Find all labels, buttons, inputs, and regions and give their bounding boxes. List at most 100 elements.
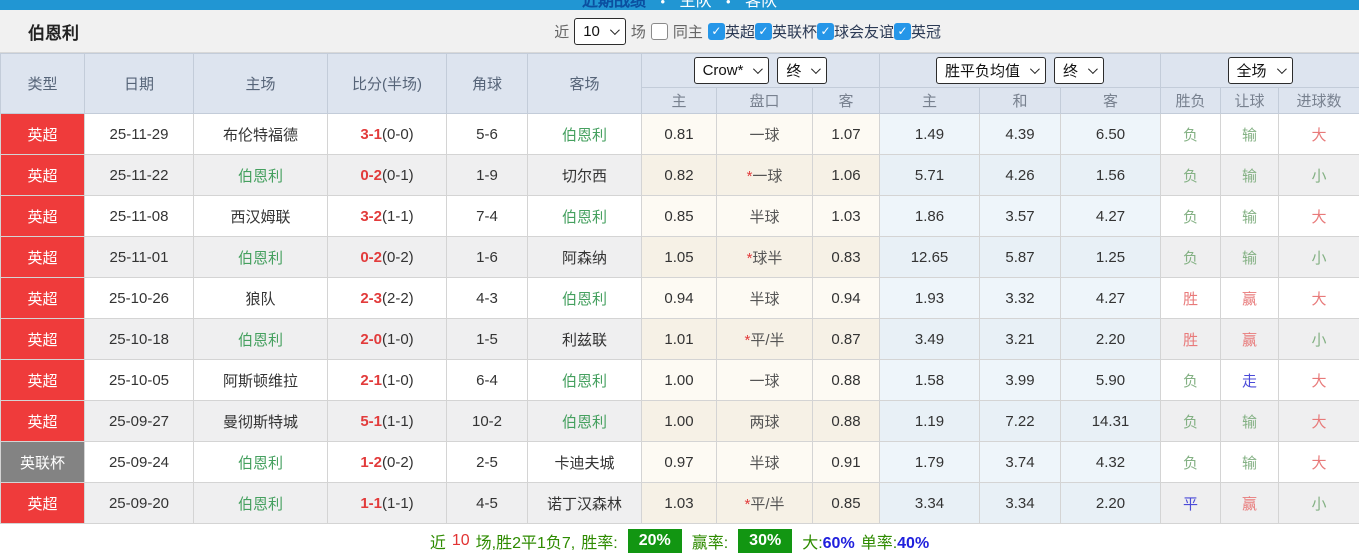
sub-header-handicap: 盘口 bbox=[716, 87, 813, 114]
avg-home-odds: 12.65 bbox=[879, 236, 980, 278]
tab-away-team[interactable]: 客队 bbox=[745, 0, 777, 10]
result-goals: 小 bbox=[1277, 236, 1359, 278]
col-header-away: 客场 bbox=[527, 53, 642, 114]
tab-home-team[interactable]: 主队 bbox=[679, 0, 711, 10]
handicap-line: 两球 bbox=[716, 400, 813, 442]
home-team: 伯恩利 bbox=[193, 318, 328, 360]
league-label: 球会友谊 bbox=[833, 23, 894, 41]
col-header-home: 主场 bbox=[193, 53, 328, 114]
scope-select[interactable]: 全场 bbox=[1227, 57, 1293, 84]
result-outcome: 负 bbox=[1160, 400, 1221, 442]
avg-away-odds: 4.32 bbox=[1060, 441, 1161, 483]
team-title: 伯恩利 bbox=[28, 23, 79, 43]
away-odds: 1.07 bbox=[812, 113, 880, 155]
away-odds: 0.88 bbox=[812, 400, 880, 442]
league-checkbox[interactable] bbox=[893, 22, 911, 40]
avg-home-odds: 1.58 bbox=[879, 359, 980, 401]
avg-home-odds: 1.19 bbox=[879, 400, 980, 442]
home-team: 伯恩利 bbox=[193, 441, 328, 483]
single-rate-label: 单率: bbox=[860, 534, 898, 552]
corner-score: 1-9 bbox=[446, 154, 528, 196]
match-tbody: 英超 25-11-29 布伦特福德 3-1(0-0) 5-6 伯恩利 0.81 一球 1.07 1… bbox=[0, 113, 1359, 524]
away-odds: 0.83 bbox=[812, 236, 880, 278]
home-team: 伯恩利 bbox=[193, 154, 328, 196]
col-header-type: 类型 bbox=[0, 53, 85, 114]
league-label: 英超 bbox=[724, 23, 755, 41]
avg-home-odds: 3.49 bbox=[879, 318, 980, 360]
result-outcome: 负 bbox=[1160, 359, 1221, 401]
nav-bullet-icon: • bbox=[725, 0, 731, 9]
odds-state-select[interactable]: 终 bbox=[777, 57, 828, 84]
home-team: 伯恩利 bbox=[193, 236, 328, 278]
avg-away-odds: 1.56 bbox=[1060, 154, 1161, 196]
corner-score: 2-5 bbox=[446, 441, 528, 483]
match-league-badge: 英超 bbox=[0, 113, 85, 155]
col-header-score: 比分(半场) bbox=[327, 53, 447, 114]
match-score: 5-1(1-1) bbox=[327, 400, 447, 442]
table-row: 英超 25-10-05 阿斯顿维拉 2-1(1-0) 6-4 伯恩利 1.00 一球 0.88 1… bbox=[0, 359, 1359, 401]
corner-score: 6-4 bbox=[446, 359, 528, 401]
result-outcome: 胜 bbox=[1160, 318, 1221, 360]
avg-draw-odds: 4.26 bbox=[979, 154, 1061, 196]
odds-company-select[interactable]: Crow* bbox=[693, 57, 770, 84]
avg-draw-odds: 7.22 bbox=[979, 400, 1061, 442]
result-handicap: 输 bbox=[1220, 400, 1279, 442]
home-odds: 1.00 bbox=[641, 359, 717, 401]
corner-score: 5-6 bbox=[446, 113, 528, 155]
corner-score: 7-4 bbox=[446, 195, 528, 237]
games-label: 场 bbox=[630, 23, 646, 41]
handicap-line: *球半 bbox=[716, 236, 813, 278]
chevron-down-icon bbox=[1087, 64, 1098, 75]
home-team: 布伦特福德 bbox=[193, 113, 328, 155]
recent-count: 10 bbox=[451, 531, 470, 549]
chevron-down-icon bbox=[811, 64, 822, 75]
handicap-line: 半球 bbox=[716, 441, 813, 483]
avg-home-odds: 1.86 bbox=[879, 195, 980, 237]
match-league-badge: 英联杯 bbox=[0, 441, 85, 483]
match-league-badge: 英超 bbox=[0, 318, 85, 360]
corner-score: 4-5 bbox=[446, 482, 528, 524]
filter-controls: 近 10 场 同主 英超英联杯球会友谊英冠 bbox=[554, 17, 941, 45]
table-row: 英超 25-11-22 伯恩利 0-2(0-1) 1-9 切尔西 0.82 *一球 1.06 5.… bbox=[0, 154, 1359, 196]
home-team: 伯恩利 bbox=[193, 482, 328, 524]
chevron-down-icon bbox=[1276, 64, 1287, 75]
league-checkbox[interactable] bbox=[707, 22, 725, 40]
sub-header-avg-draw: 和 bbox=[979, 87, 1061, 114]
away-team: 伯恩利 bbox=[527, 113, 642, 155]
avg-state-select[interactable]: 终 bbox=[1054, 57, 1105, 84]
corner-score: 10-2 bbox=[446, 400, 528, 442]
away-team: 伯恩利 bbox=[527, 400, 642, 442]
result-handicap: 赢 bbox=[1220, 277, 1279, 319]
sub-header-home-odds: 主 bbox=[641, 87, 717, 114]
handicap-rate-label: 赢率: bbox=[691, 534, 729, 552]
match-league-badge: 英超 bbox=[0, 154, 85, 196]
match-date: 25-11-22 bbox=[84, 154, 194, 196]
result-handicap: 输 bbox=[1220, 236, 1279, 278]
result-goals: 小 bbox=[1277, 154, 1359, 196]
home-team: 西汉姆联 bbox=[193, 195, 328, 237]
avg-odds-select[interactable]: 胜平负均值 bbox=[935, 57, 1046, 84]
result-outcome: 负 bbox=[1160, 113, 1221, 155]
result-outcome: 负 bbox=[1160, 441, 1221, 483]
recent-count-select[interactable]: 10 bbox=[574, 17, 626, 45]
league-checkbox[interactable] bbox=[754, 22, 772, 40]
match-score: 1-1(1-1) bbox=[327, 482, 447, 524]
match-score: 1-2(0-2) bbox=[327, 441, 447, 483]
chevron-down-icon bbox=[609, 24, 620, 35]
home-odds: 0.81 bbox=[641, 113, 717, 155]
avg-draw-odds: 3.99 bbox=[979, 359, 1061, 401]
result-handicap: 赢 bbox=[1220, 482, 1279, 524]
avg-draw-odds: 3.21 bbox=[979, 318, 1061, 360]
stats-footer: 近 10 场,胜2平1负7, 胜率: 20% 赢率: 30% 大:60% 单率:40… bbox=[0, 524, 1359, 556]
result-outcome: 胜 bbox=[1160, 277, 1221, 319]
match-league-badge: 英超 bbox=[0, 236, 85, 278]
result-goals: 小 bbox=[1277, 318, 1359, 360]
league-checkbox[interactable] bbox=[816, 22, 834, 40]
result-handicap: 输 bbox=[1220, 195, 1279, 237]
recent-label: 近 bbox=[429, 534, 446, 552]
handicap-line: 一球 bbox=[716, 359, 813, 401]
same-home-checkbox[interactable] bbox=[650, 22, 668, 40]
away-odds: 0.91 bbox=[812, 441, 880, 483]
handicap-line: *一球 bbox=[716, 154, 813, 196]
avg-home-odds: 1.79 bbox=[879, 441, 980, 483]
